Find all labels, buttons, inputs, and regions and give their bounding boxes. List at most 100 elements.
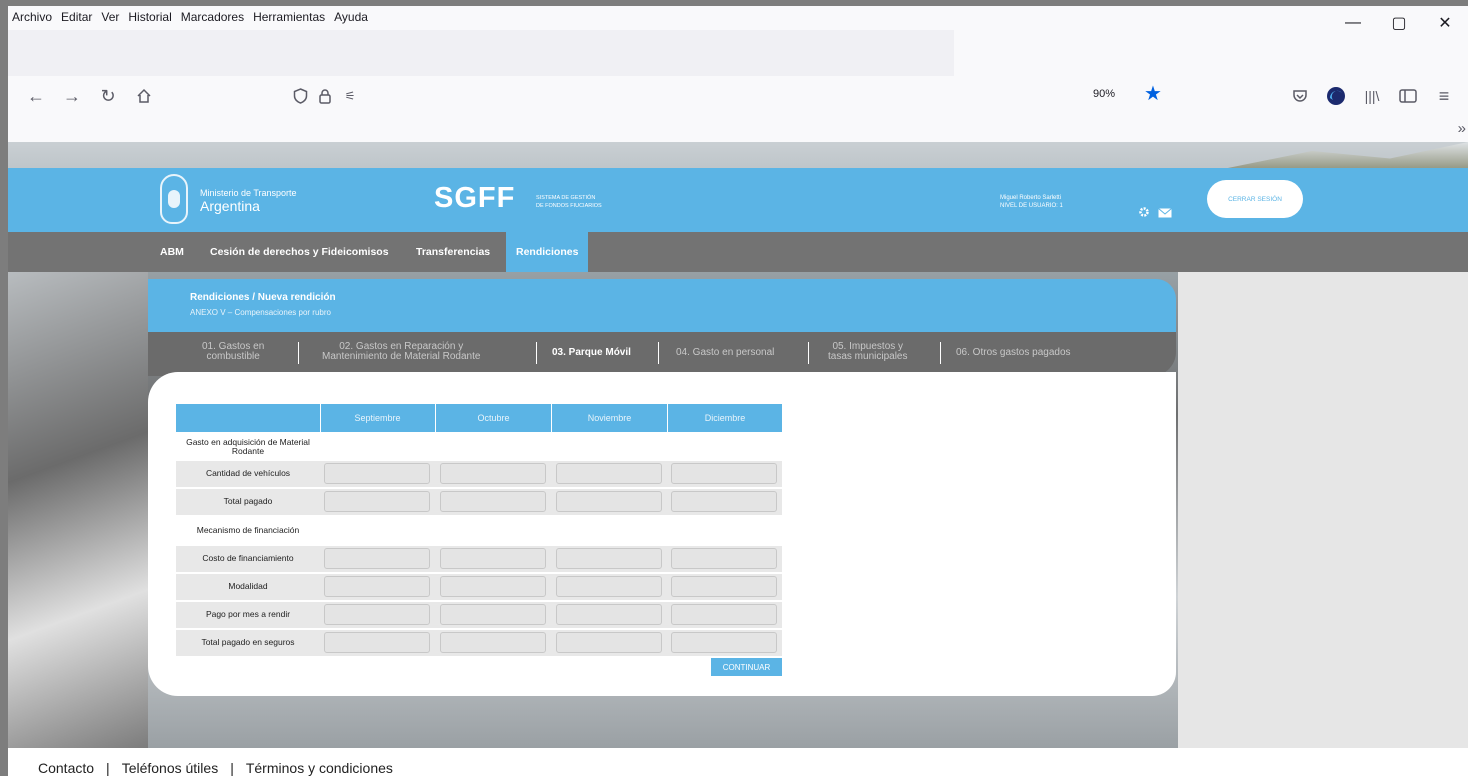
footer-link-telefonos[interactable]: Teléfonos útiles [122, 760, 219, 776]
tab-label-line-2: tasas municipales [828, 351, 908, 362]
footer-separator: | [106, 760, 110, 776]
overflow-chevron-icon[interactable]: » [1458, 120, 1466, 137]
footer-link-contacto[interactable]: Contacto [38, 760, 94, 776]
nav-transferencias[interactable]: Transferencias [416, 232, 490, 272]
input-modalidad-noviembre[interactable] [556, 576, 662, 597]
sidebar-icon[interactable] [1396, 84, 1420, 108]
input-total-seguros-septiembre[interactable] [324, 632, 430, 653]
tab-separator [940, 342, 941, 364]
nav-toolbar: ← → ↻ ⚟ 90% ★ |||\ ≡ [8, 76, 1468, 116]
back-icon[interactable]: ← [24, 84, 48, 108]
input-pago-por-mes-octubre[interactable] [440, 604, 546, 625]
site-header: Ministerio de Transporte Argentina SGFF … [8, 168, 1468, 232]
row-label-total-pagado: Total pagado [176, 489, 320, 515]
footer-separator: | [230, 760, 234, 776]
col-header-octubre: Octubre [477, 413, 510, 423]
input-pago-por-mes-diciembre[interactable] [671, 604, 777, 625]
input-cantidad-vehiculos-noviembre[interactable] [556, 463, 662, 484]
close-button[interactable]: ✕ [1422, 6, 1468, 40]
tab-label-line-1: 04. Gasto en personal [676, 347, 775, 358]
argentina-coat-of-arms-icon [160, 174, 188, 224]
input-costo-financiamiento-octubre[interactable] [440, 548, 546, 569]
row-label-modalidad: Modalidad [176, 574, 320, 600]
tab-separator [658, 342, 659, 364]
footer-link-terminos[interactable]: Términos y condiciones [246, 760, 393, 776]
tab-otros-gastos[interactable]: 06. Otros gastos pagados [956, 348, 1071, 358]
pocket-icon[interactable] [1288, 84, 1312, 108]
country-name: Argentina [200, 198, 260, 214]
tab-label-line-1: 03. Parque Móvil [552, 347, 631, 358]
background-photo [8, 272, 148, 748]
mail-icon[interactable] [1158, 206, 1172, 221]
brand-subtitle-line-1: SISTEMA DE GESTIÓN [536, 195, 596, 201]
menu-herramientas[interactable]: Herramientas [253, 10, 325, 24]
menu-ayuda[interactable]: Ayuda [334, 10, 368, 24]
lock-icon[interactable] [313, 84, 337, 108]
row-label-mecanismo-financiacion: Mecanismo de financiación [196, 525, 300, 536]
bookmark-star-icon[interactable]: ★ [1144, 81, 1162, 106]
tab-gasto-personal[interactable]: 04. Gasto en personal [676, 348, 774, 358]
input-total-pagado-septiembre[interactable] [324, 491, 430, 512]
input-cantidad-vehiculos-octubre[interactable] [440, 463, 546, 484]
site-footer: Contacto | Teléfonos útiles | Términos y… [8, 748, 1468, 776]
permissions-icon[interactable]: ⚟ [338, 84, 362, 108]
input-total-seguros-octubre[interactable] [440, 632, 546, 653]
minimize-button[interactable]: — [1330, 6, 1376, 40]
logout-button[interactable]: CERRAR SESIÓN [1207, 180, 1303, 218]
brand-subtitle-line-2: DE FONDOS FIUCIARIOS [536, 203, 602, 209]
nav-cesion[interactable]: Cesión de derechos y Fideicomisos [210, 232, 389, 272]
input-modalidad-diciembre[interactable] [671, 576, 777, 597]
brand-subtitle: SISTEMA DE GESTIÓN DE FONDOS FIUCIARIOS [536, 194, 602, 210]
home-icon[interactable] [132, 84, 156, 108]
input-modalidad-septiembre[interactable] [324, 576, 430, 597]
menu-marcadores[interactable]: Marcadores [181, 10, 244, 24]
breadcrumb: Rendiciones / Nueva rendición [190, 292, 336, 303]
menu-editar[interactable]: Editar [61, 10, 92, 24]
nav-rendiciones[interactable]: Rendiciones [506, 232, 589, 272]
header-divider [667, 404, 668, 432]
tab-separator [298, 342, 299, 364]
input-costo-financiamiento-noviembre[interactable] [556, 548, 662, 569]
bookmarks-bar: » [8, 116, 1468, 142]
menu-icon[interactable]: ≡ [1432, 84, 1456, 108]
ministry-logo[interactable]: Ministerio de Transporte Argentina [200, 188, 297, 214]
header-divider [551, 404, 552, 432]
menu-archivo[interactable]: Archivo [12, 10, 52, 24]
input-costo-financiamiento-diciembre[interactable] [671, 548, 777, 569]
nav-abm[interactable]: ABM [160, 232, 184, 272]
input-total-pagado-diciembre[interactable] [671, 491, 777, 512]
row-label-pago-por-mes: Pago por mes a rendir [176, 602, 320, 628]
page-content: Ministerio de Transporte Argentina SGFF … [8, 142, 1468, 748]
input-total-seguros-noviembre[interactable] [556, 632, 662, 653]
ministry-name: Ministerio de Transporte [200, 188, 297, 198]
input-cantidad-vehiculos-diciembre[interactable] [671, 463, 777, 484]
menu-ver[interactable]: Ver [101, 10, 119, 24]
continue-button[interactable]: CONTINUAR [711, 658, 782, 676]
tab-parque-movil[interactable]: 03. Parque Móvil [552, 348, 631, 358]
input-pago-por-mes-septiembre[interactable] [324, 604, 430, 625]
menu-bar: Archivo Editar Ver Historial Marcadores … [8, 6, 1468, 32]
input-pago-por-mes-noviembre[interactable] [556, 604, 662, 625]
reload-icon[interactable]: ↻ [96, 84, 120, 108]
zoom-level[interactable]: 90% [1093, 88, 1115, 100]
url-bar[interactable]: ⚟ 90% ★ [278, 80, 1178, 112]
input-cantidad-vehiculos-septiembre[interactable] [324, 463, 430, 484]
library-icon[interactable]: |||\ [1360, 84, 1384, 108]
input-costo-financiamiento-septiembre[interactable] [324, 548, 430, 569]
shield-icon[interactable] [288, 84, 312, 108]
menu-historial[interactable]: Historial [128, 10, 171, 24]
forward-icon[interactable]: → [60, 84, 84, 108]
tab-impuestos-tasas[interactable]: 05. Impuestos y tasas municipales [828, 342, 907, 362]
site-nav: ABM Cesión de derechos y Fideicomisos Tr… [8, 232, 1468, 272]
background-panel-right [1178, 272, 1468, 748]
gear-icon[interactable] [1138, 206, 1150, 221]
input-modalidad-octubre[interactable] [440, 576, 546, 597]
input-total-seguros-diciembre[interactable] [671, 632, 777, 653]
restore-button[interactable]: ▢ [1376, 6, 1422, 40]
row-label-total-seguros: Total pagado en seguros [176, 630, 320, 656]
tab-reparacion-mantenimiento[interactable]: 02. Gastos en Reparación y Mantenimiento… [322, 342, 480, 362]
input-total-pagado-octubre[interactable] [440, 491, 546, 512]
tab-gastos-combustible[interactable]: 01. Gastos en combustible [202, 342, 264, 362]
input-total-pagado-noviembre[interactable] [556, 491, 662, 512]
account-icon[interactable] [1324, 84, 1348, 108]
